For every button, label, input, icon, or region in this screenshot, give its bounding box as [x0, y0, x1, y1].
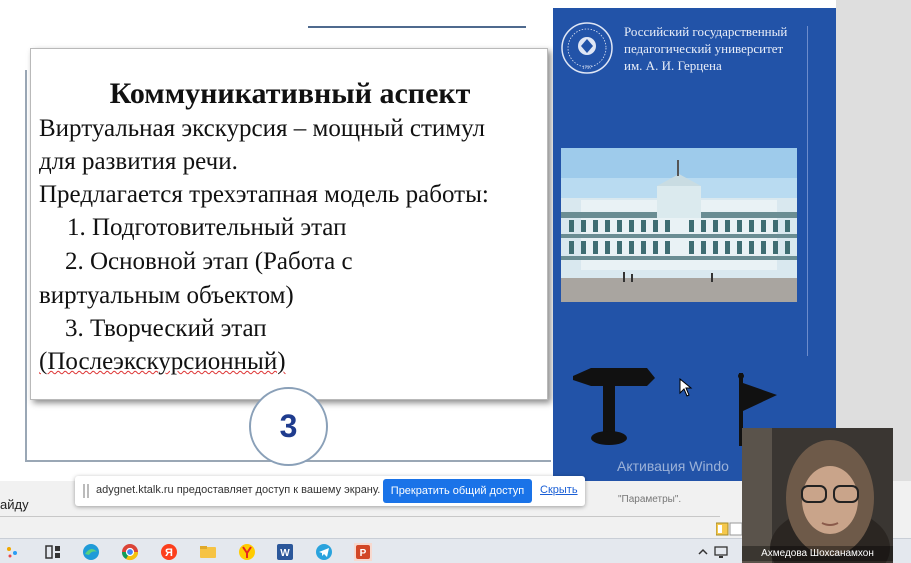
widgets-icon[interactable]	[4, 543, 22, 561]
telegram-icon[interactable]	[315, 543, 333, 561]
hide-link[interactable]: Скрыть	[540, 484, 578, 496]
windows-activation-watermark: Активация Windo	[617, 458, 729, 474]
participant-video[interactable]: Ахмедова Шохсанамхон	[742, 428, 893, 563]
left-decor-line	[25, 70, 27, 462]
share-message: adygnet.ktalk.ru предоставляет доступ к …	[96, 484, 381, 496]
svg-text:W: W	[280, 548, 290, 559]
yandex-icon[interactable]: Я	[160, 543, 178, 561]
body-line: Предлагается трехэтапная модель работы:	[39, 181, 489, 208]
partial-text: айду	[0, 497, 29, 512]
university-name: Российский государственный педагогически…	[624, 24, 788, 73]
slide-number-badge: 3	[249, 387, 328, 466]
settings-hint: "Параметры".	[618, 494, 682, 505]
step-3: 3. Творческий этап	[65, 315, 267, 342]
edge-icon[interactable]	[82, 543, 100, 561]
top-decor-line	[308, 26, 526, 28]
signpost-icon	[573, 368, 655, 445]
body-line: виртуальным объектом)	[39, 282, 294, 309]
seal-year: 1797	[582, 66, 593, 71]
explorer-icon[interactable]	[199, 543, 217, 561]
chevron-up-icon[interactable]	[694, 543, 712, 561]
svg-text:Я: Я	[165, 547, 173, 559]
task-view-icon[interactable]	[44, 543, 62, 561]
separator	[0, 516, 720, 517]
chrome-icon[interactable]	[121, 543, 139, 561]
yandex-browser-icon[interactable]	[238, 543, 256, 561]
slide-title: Коммуникативный аспект	[109, 77, 471, 110]
panel-divider	[807, 26, 808, 356]
body-line: для развития речи.	[39, 148, 238, 175]
body-line: Виртуальная экскурсия – мощный стимул	[39, 115, 485, 142]
participant-avatar	[742, 428, 893, 563]
stop-sharing-button[interactable]: Прекратить общий доступ	[383, 479, 532, 503]
screen-share-bar: adygnet.ktalk.ru предоставляет доступ к …	[75, 476, 585, 506]
powerpoint-icon[interactable]: P	[354, 543, 372, 561]
presentation-slide: Коммуникативный аспект Виртуальная экску…	[0, 0, 836, 481]
content-card: Коммуникативный аспект Виртуальная экску…	[30, 48, 548, 400]
university-panel: 1797 Российский государственный педагоги…	[553, 8, 836, 481]
svg-text:P: P	[360, 548, 367, 559]
monitor-icon[interactable]	[712, 543, 730, 561]
mouse-cursor-icon	[679, 378, 693, 397]
winter-palace-photo	[561, 148, 797, 302]
step-1: 1. Подготовительный этап	[67, 214, 347, 241]
drag-handle-icon[interactable]	[83, 484, 89, 498]
university-seal-icon: 1797	[561, 22, 613, 74]
word-icon[interactable]: W	[276, 543, 294, 561]
screen: Коммуникативный аспект Виртуальная экску…	[0, 0, 911, 563]
step-2: 2. Основной этап (Работа с	[65, 248, 353, 275]
body-line: (Послеэкскурсионный)	[39, 348, 286, 375]
participant-name: Ахмедова Шохсанамхон	[742, 546, 893, 561]
